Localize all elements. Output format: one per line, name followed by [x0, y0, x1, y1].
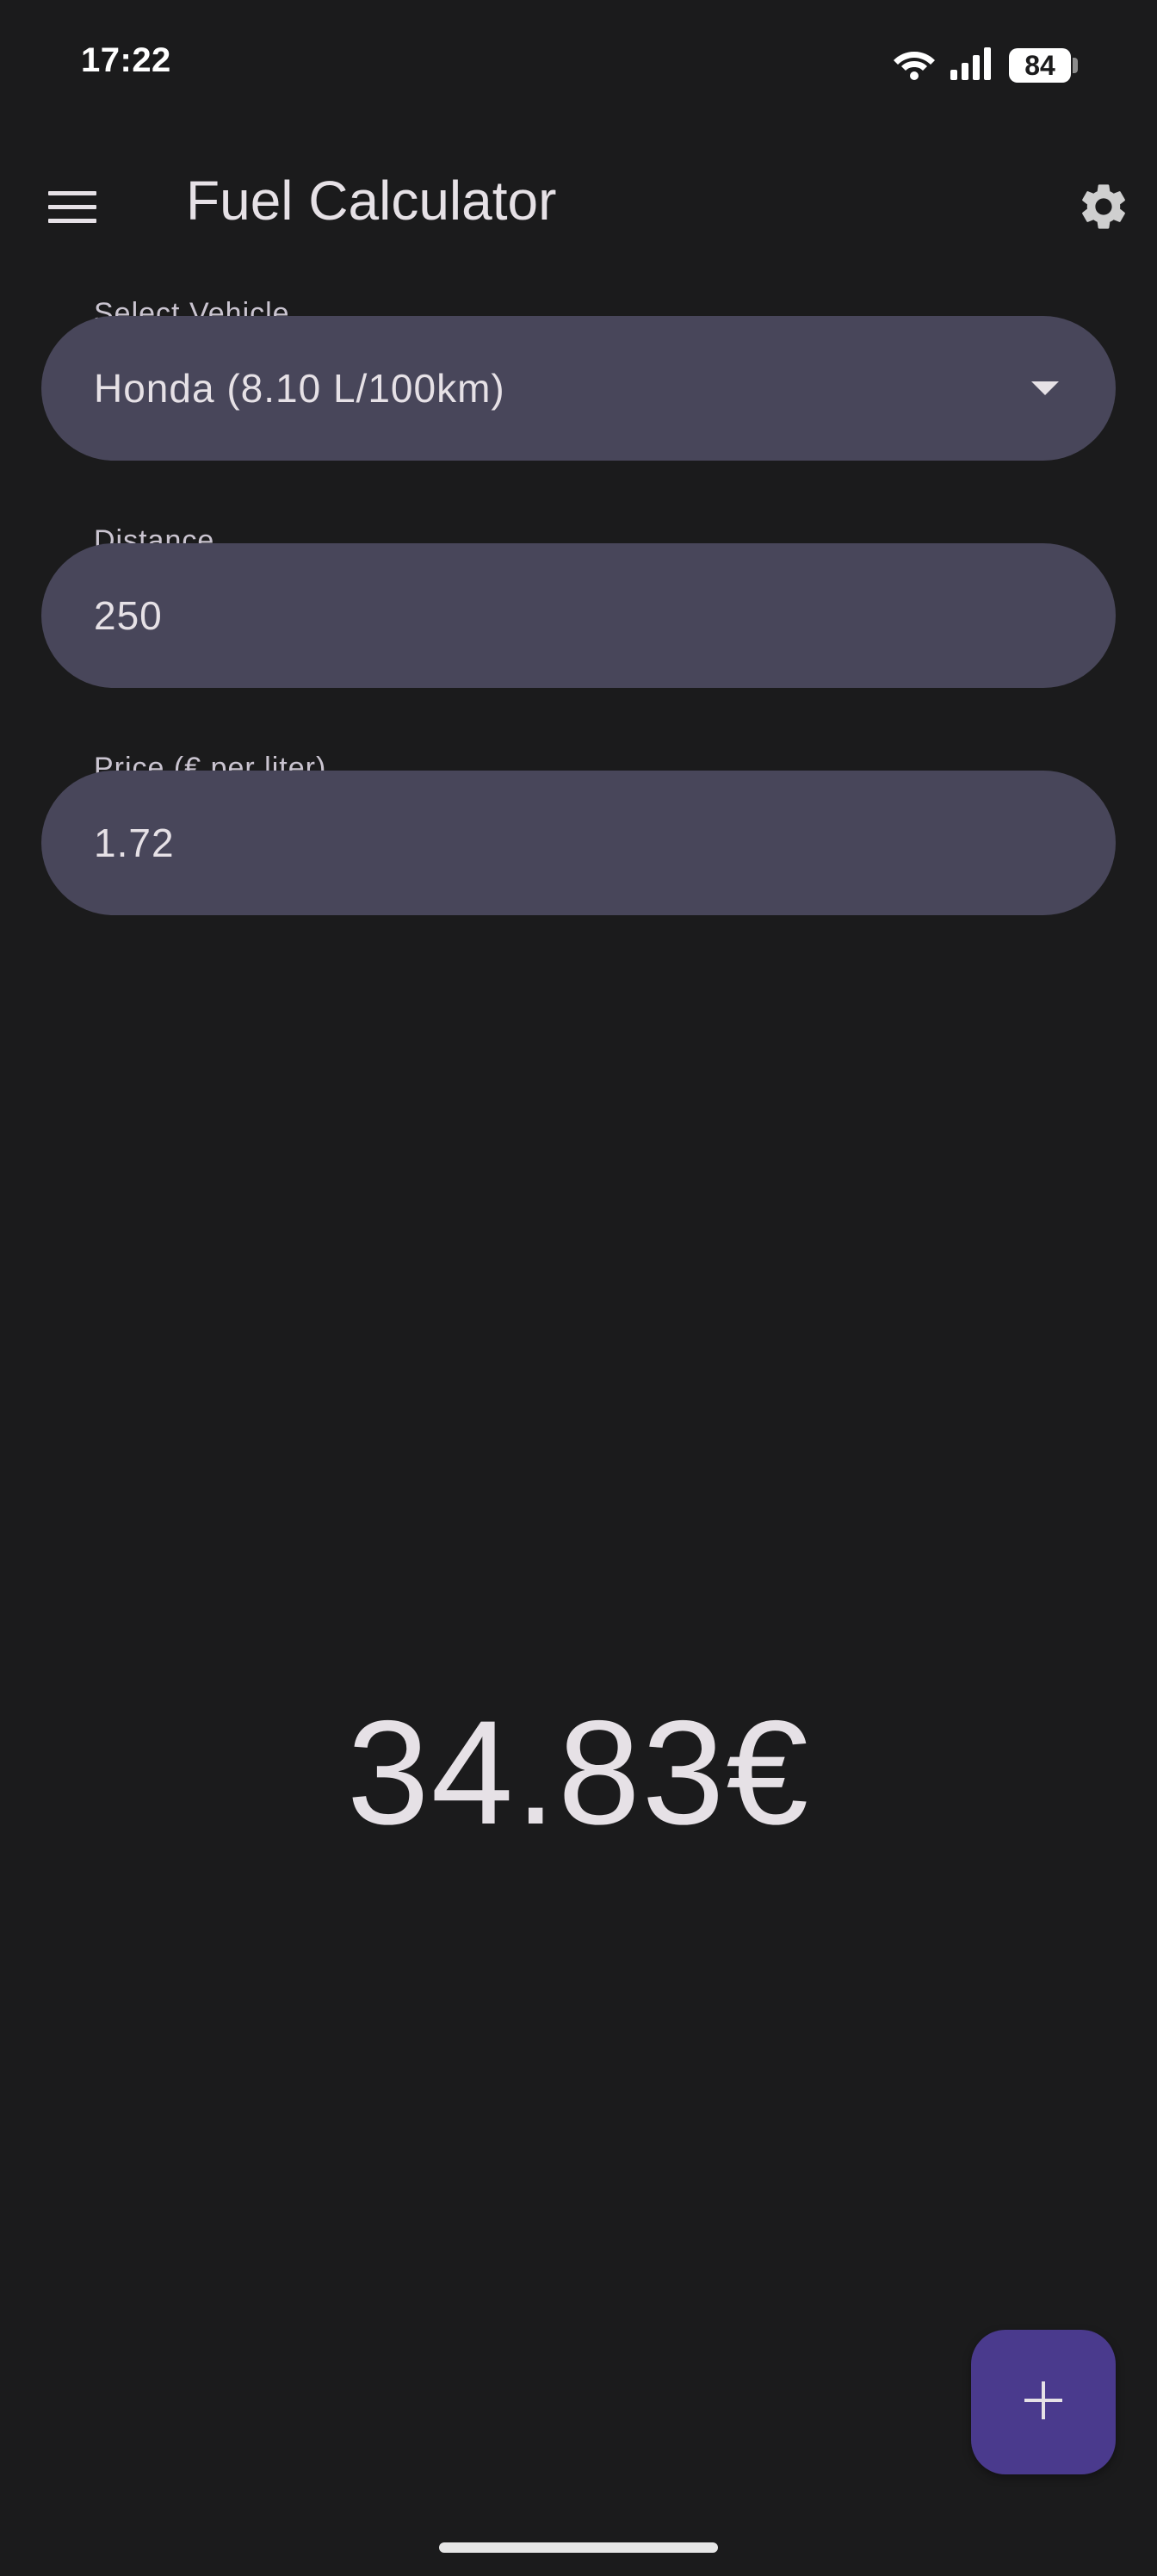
battery-tip [1073, 58, 1078, 73]
settings-button[interactable] [1064, 169, 1143, 248]
signal-icon [950, 46, 993, 84]
menu-icon [48, 189, 96, 228]
battery-level: 84 [1009, 48, 1071, 83]
price-input[interactable]: 1.72 [41, 771, 1116, 915]
status-icons: 84 [894, 45, 1078, 86]
result-cost: 34.83€ [346, 1690, 811, 1855]
dropdown-arrow-icon [1031, 381, 1059, 395]
app-bar: Fuel Calculator [0, 146, 1157, 258]
wifi-icon [894, 46, 935, 85]
battery-icon: 84 [1009, 48, 1078, 83]
distance-input[interactable]: 250 [41, 543, 1116, 688]
menu-button[interactable] [36, 172, 108, 245]
status-time: 17:22 [81, 41, 171, 79]
vehicle-select[interactable]: Honda (8.10 L/100km) [41, 316, 1116, 461]
gear-icon [1076, 179, 1131, 238]
plus-icon [1024, 2381, 1062, 2424]
page-title: Fuel Calculator [186, 170, 557, 232]
distance-value: 250 [94, 593, 163, 638]
add-button[interactable] [971, 2330, 1116, 2474]
status-bar: 17:22 84 [0, 0, 1157, 129]
price-value: 1.72 [94, 820, 175, 865]
vehicle-select-value: Honda (8.10 L/100km) [94, 366, 505, 411]
gesture-bar[interactable] [439, 2542, 718, 2553]
